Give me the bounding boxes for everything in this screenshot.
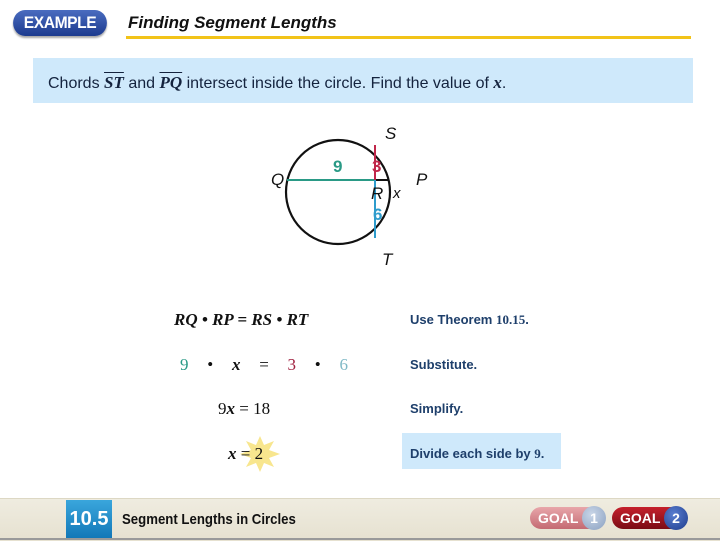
reason-text: Divide each side by (410, 446, 535, 461)
chord-pq: PQ (159, 73, 183, 92)
dot-1: • (207, 355, 214, 374)
reason-end: . (525, 312, 529, 327)
solution-value: = 2 (236, 444, 264, 463)
goal-2-number: 2 (664, 506, 688, 530)
value-rs: 3 (372, 157, 381, 176)
dot-2: • (314, 355, 321, 374)
label-q: Q (271, 170, 284, 189)
problem-suffix: intersect inside the circle. Find the va… (182, 75, 494, 92)
reason-text: Use Theorem (410, 312, 496, 327)
problem-statement: Chords ST and PQ intersect inside the ci… (48, 73, 506, 93)
page-title: Finding Segment Lengths (128, 13, 337, 32)
var-x: x (226, 399, 236, 418)
reason-theorem: Use Theorem 10.15. (410, 312, 529, 328)
label-x: x (392, 185, 401, 202)
goal-2-label: GOAL (620, 510, 661, 526)
value-9: 9 (180, 355, 189, 374)
label-s: S (385, 124, 397, 143)
value-rt: 6 (373, 205, 382, 224)
chord-st: ST (104, 73, 124, 92)
goal-1-label: GOAL (538, 510, 579, 526)
goal-2-button[interactable]: GOAL 2 (612, 506, 688, 530)
goal-1-button[interactable]: GOAL 1 (530, 506, 606, 530)
equation-theorem: RQ • RP = RS • RT (174, 310, 309, 329)
reason-substitute: Substitute. (410, 357, 478, 372)
section-number: 10.5 (66, 500, 112, 538)
equation-substitute: 9 • x = 3 • 6 (180, 355, 348, 375)
problem-box: Chords ST and PQ intersect inside the ci… (33, 58, 693, 103)
equation-rest: = 18 (235, 399, 271, 418)
circle-diagram: S Q P R T x 9 3 6 (271, 124, 428, 269)
problem-mid: and (123, 75, 160, 92)
value-3: 3 (287, 355, 297, 374)
section-title: Segment Lengths in Circles (122, 511, 296, 528)
reason-simplify: Simplify. (410, 401, 464, 416)
equals: = (259, 355, 269, 374)
example-badge: EXAMPLE (13, 10, 107, 36)
reason-divide: Divide each side by 9. (410, 446, 544, 462)
problem-end: . (501, 75, 507, 92)
problem-prefix: Chords (48, 75, 105, 92)
label-r: R (371, 184, 383, 203)
coef-9: 9 (218, 399, 227, 418)
goal-1-number: 1 (582, 506, 606, 530)
title-underline (126, 36, 691, 39)
value-6: 6 (339, 355, 349, 374)
var-x: x (228, 444, 237, 463)
equation-solution: x = 2 (228, 444, 263, 464)
value-rq: 9 (333, 157, 342, 176)
equation-simplify: 9x = 18 (218, 399, 270, 419)
variable-x: x (493, 73, 502, 92)
theorem-number: 10.15 (495, 312, 526, 327)
label-p: P (416, 170, 428, 189)
reason-end: . (540, 446, 545, 461)
label-t: T (382, 250, 394, 269)
var-x: x (231, 355, 241, 374)
